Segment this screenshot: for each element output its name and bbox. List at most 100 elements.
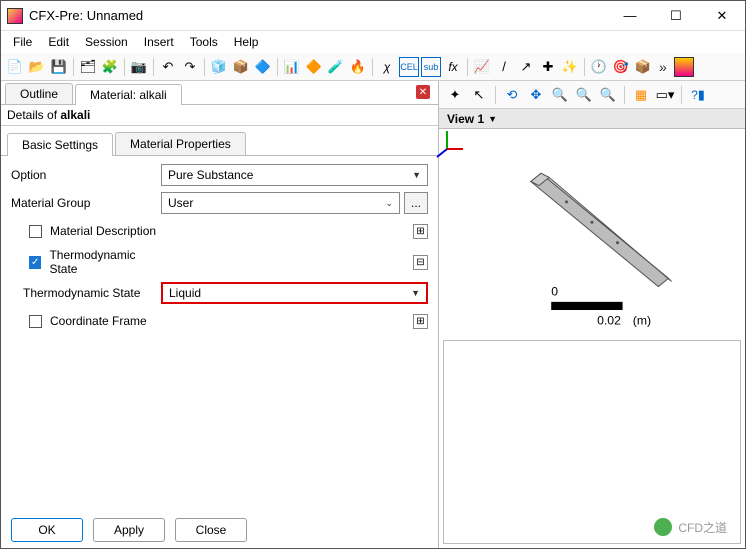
viewport-3d[interactable]: 0 0.02 (m)	[439, 129, 745, 336]
zoom-box-icon[interactable]: 🔍	[574, 85, 594, 105]
caret-icon: ▼	[411, 288, 420, 298]
main-toolbar: 📄 📂 💾 🗂 🧩 📷 ↶ ↷ 🧊 📦 🔷 📊 🔶 🧪 🔥 χ CEL sub …	[1, 53, 745, 81]
window-title: CFX-Pre: Unnamed	[29, 8, 607, 23]
redo-icon[interactable]: ↷	[180, 57, 200, 77]
line-icon[interactable]: 📈	[472, 57, 492, 77]
option-value: Pure Substance	[168, 168, 253, 182]
material-group-browse-button[interactable]: ...	[404, 192, 428, 214]
material-description-expand[interactable]: ⊞	[413, 224, 428, 239]
tab-outline[interactable]: Outline	[5, 83, 73, 104]
ok-button[interactable]: OK	[11, 518, 83, 542]
analysis-icon[interactable]: 📊	[282, 57, 302, 77]
menu-file[interactable]: File	[5, 33, 40, 51]
tab-close-button[interactable]: ✕	[416, 85, 430, 99]
app-icon	[7, 8, 23, 24]
button-row: OK Apply Close	[1, 512, 438, 548]
tab-basic-settings[interactable]: Basic Settings	[7, 133, 113, 156]
undo-icon[interactable]: ↶	[158, 57, 178, 77]
watermark: CFD之道	[654, 518, 727, 536]
box-icon[interactable]: 📦	[633, 57, 653, 77]
editor-tabs: Outline Material: alkali ✕	[1, 81, 438, 105]
details-header: Details of alkali	[1, 105, 438, 126]
right-panel: ✦ ↖ ⟲ ✥ 🔍 🔍 🔍 ▦ ▭▾ ?▮ View 1 ▼	[439, 81, 745, 548]
left-panel: Outline Material: alkali ✕ Details of al…	[1, 81, 439, 548]
title-bar: CFX-Pre: Unnamed — ☐ ✕	[1, 1, 745, 31]
viewer-toolbar: ✦ ↖ ⟲ ✥ 🔍 🔍 🔍 ▦ ▭▾ ?▮	[439, 81, 745, 109]
save-icon[interactable]: 💾	[49, 57, 69, 77]
watermark-icon	[654, 518, 672, 536]
details-name: alkali	[60, 108, 90, 122]
boundary-icon[interactable]: 🧪	[326, 57, 346, 77]
rotate-icon[interactable]: ⟲	[502, 85, 522, 105]
expression-icon[interactable]: χ	[377, 57, 397, 77]
tree-icon[interactable]: 🗂	[78, 57, 98, 77]
thermo-state-checkbox[interactable]: ✓	[29, 256, 41, 269]
target-icon[interactable]: 🎯	[611, 57, 631, 77]
apply-button[interactable]: Apply	[93, 518, 165, 542]
menu-bar: File Edit Session Insert Tools Help	[1, 31, 745, 53]
coord-frame-row: Coordinate Frame	[11, 314, 161, 328]
thermo-state-row: ✓ Thermodynamic State	[11, 248, 161, 276]
caret-icon: ▼	[412, 170, 421, 180]
close-button[interactable]: Close	[175, 518, 247, 542]
help-icon[interactable]: ?▮	[688, 85, 708, 105]
clock-icon[interactable]: 🕐	[589, 57, 609, 77]
slash-icon[interactable]: /	[494, 57, 514, 77]
triad-icon	[433, 123, 739, 330]
material-description-label: Material Description	[50, 224, 156, 238]
chevron-down-icon: ▼	[488, 114, 497, 124]
sparkle-icon[interactable]: ✨	[560, 57, 580, 77]
pointer-icon[interactable]: ✦	[445, 85, 465, 105]
thermo-state-collapse[interactable]: ⊟	[413, 255, 428, 270]
end-icon[interactable]	[674, 57, 694, 77]
rect-icon[interactable]: ▭▾	[655, 85, 675, 105]
sub-icon[interactable]: sub	[421, 57, 441, 77]
menu-tools[interactable]: Tools	[182, 33, 226, 51]
material-group-combo[interactable]: User ⌄	[161, 192, 400, 214]
menu-session[interactable]: Session	[77, 33, 136, 51]
thermo-state-label: Thermodynamic State	[11, 286, 161, 300]
tab-material-properties[interactable]: Material Properties	[115, 132, 246, 155]
select-icon[interactable]: ▦	[631, 85, 651, 105]
plus-icon[interactable]: ✚	[538, 57, 558, 77]
flame-icon[interactable]: 🔥	[348, 57, 368, 77]
details-prefix: Details of	[7, 108, 60, 122]
menu-insert[interactable]: Insert	[136, 33, 182, 51]
fit-icon[interactable]: 🔍	[598, 85, 618, 105]
zoom-in-icon[interactable]: 🔍	[550, 85, 570, 105]
cursor-icon[interactable]: ↖	[469, 85, 489, 105]
hierarchy-icon[interactable]: 🧩	[100, 57, 120, 77]
arrow-icon[interactable]: ↗	[516, 57, 536, 77]
camera-icon[interactable]: 📷	[129, 57, 149, 77]
material-description-row: Material Description	[11, 224, 161, 238]
coord-frame-expand[interactable]: ⊞	[413, 314, 428, 329]
toolbar-overflow[interactable]: »	[655, 59, 672, 75]
maximize-button[interactable]: ☐	[653, 1, 699, 31]
console-panel[interactable]	[443, 340, 741, 544]
pan-icon[interactable]: ✥	[526, 85, 546, 105]
close-window-button[interactable]: ✕	[699, 1, 745, 31]
import-icon[interactable]: 📦	[231, 57, 251, 77]
inner-tabs: Basic Settings Material Properties	[1, 126, 438, 156]
fx-icon[interactable]: fx	[443, 57, 463, 77]
material-group-value: User	[168, 196, 193, 210]
tab-material[interactable]: Material: alkali	[75, 84, 182, 105]
menu-help[interactable]: Help	[226, 33, 267, 51]
coord-frame-checkbox[interactable]	[29, 315, 42, 328]
minimize-button[interactable]: —	[607, 1, 653, 31]
menu-edit[interactable]: Edit	[40, 33, 77, 51]
coord-frame-label: Coordinate Frame	[50, 314, 147, 328]
cube-icon[interactable]: 🔷	[253, 57, 273, 77]
mesh-icon[interactable]: 🧊	[209, 57, 229, 77]
option-combo[interactable]: Pure Substance ▼	[161, 164, 428, 186]
option-label: Option	[11, 168, 161, 182]
domain-icon[interactable]: 🔶	[304, 57, 324, 77]
window-buttons: — ☐ ✕	[607, 1, 745, 31]
open-icon[interactable]: 📂	[27, 57, 47, 77]
thermo-state-combo[interactable]: Liquid ▼	[161, 282, 428, 304]
material-description-checkbox[interactable]	[29, 225, 42, 238]
watermark-text: CFD之道	[678, 519, 727, 536]
caret-icon: ⌄	[385, 198, 393, 209]
cel-icon[interactable]: CEL	[399, 57, 419, 77]
new-icon[interactable]: 📄	[5, 57, 25, 77]
